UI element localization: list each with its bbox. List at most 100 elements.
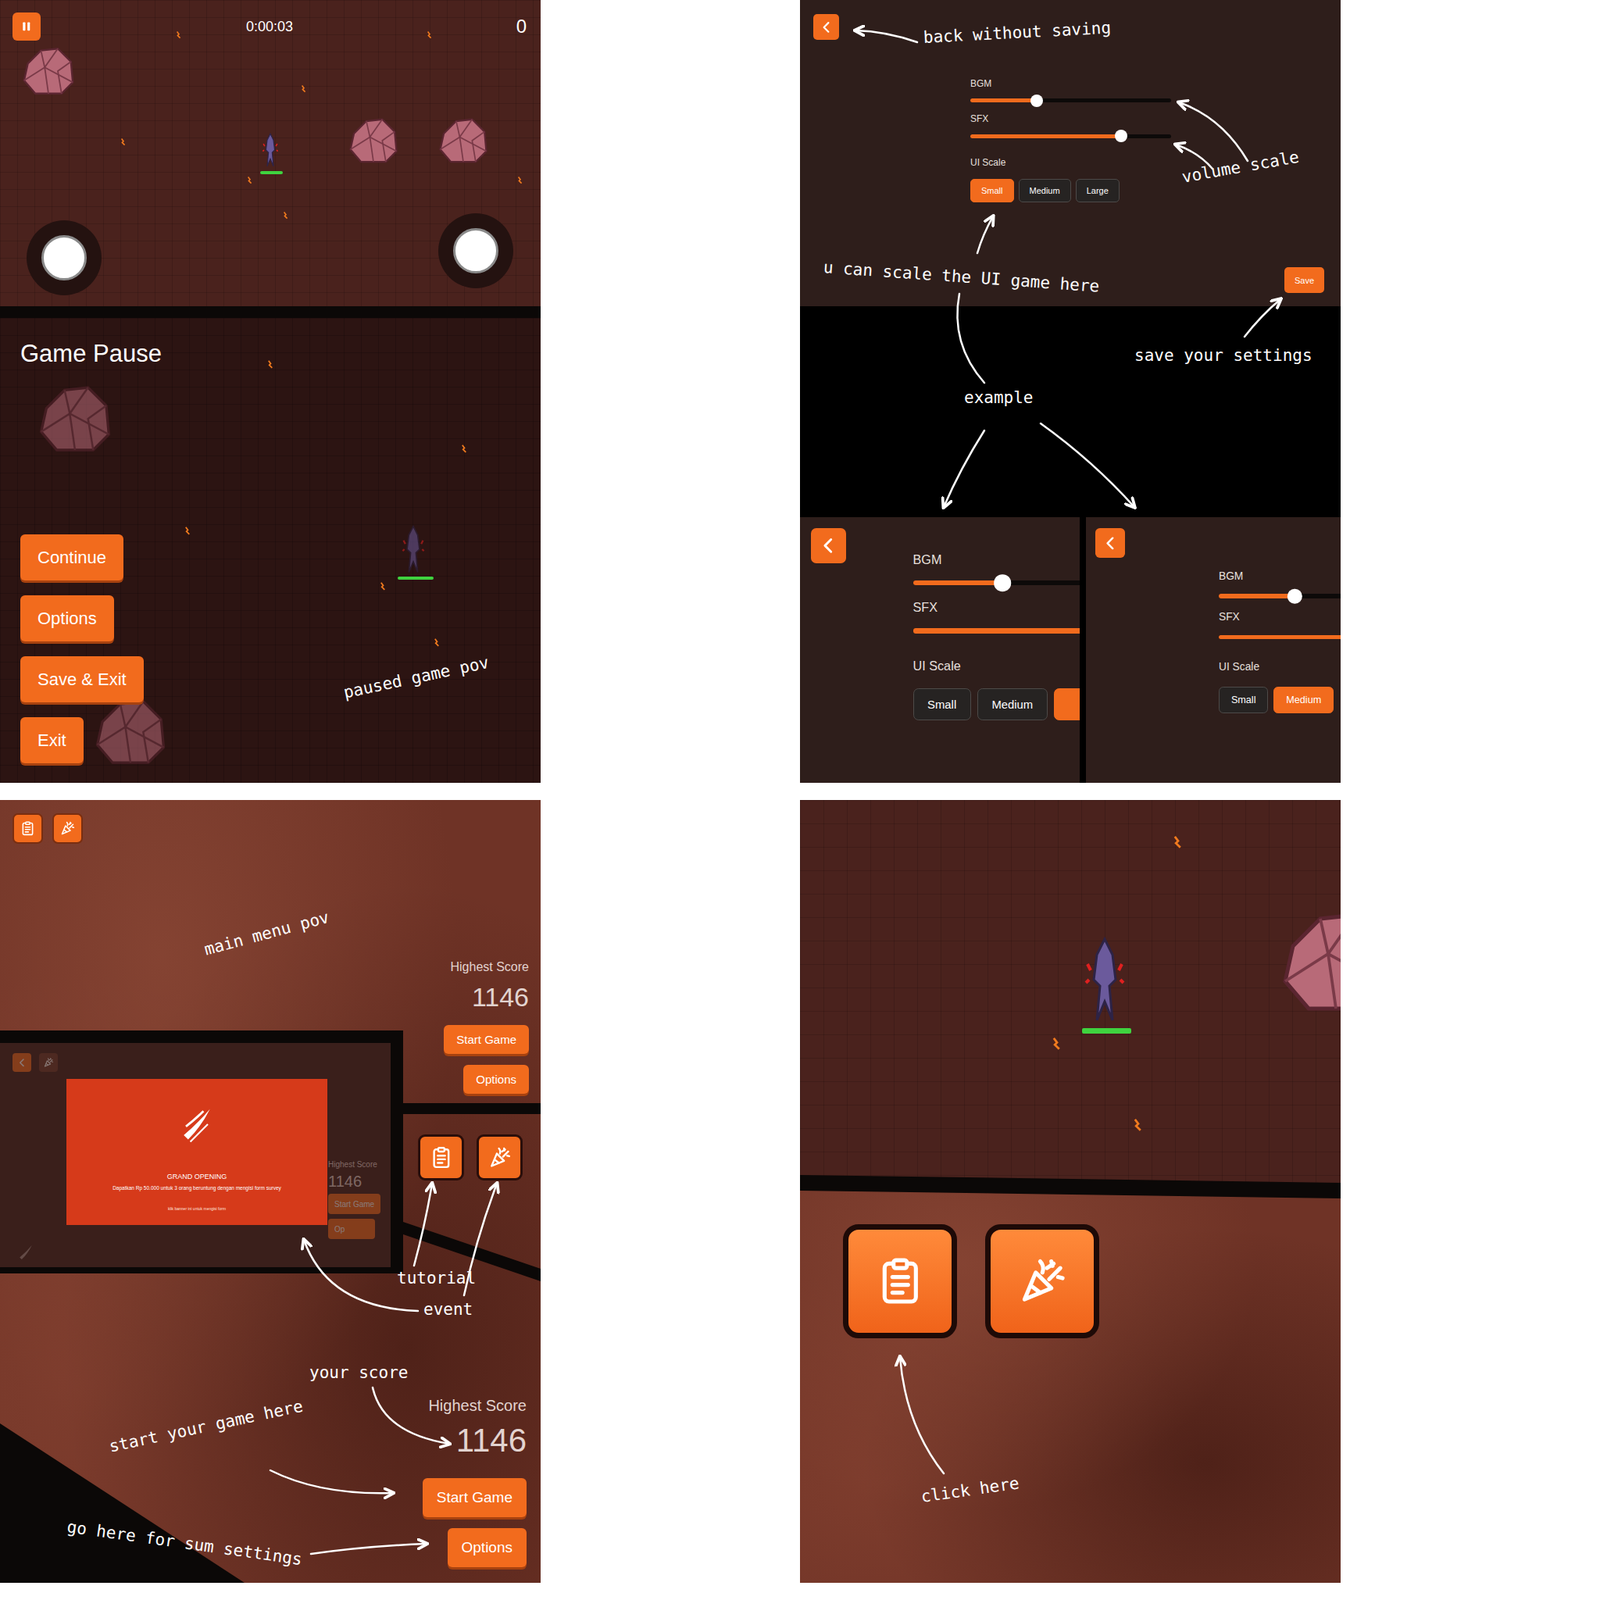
party-popper-icon [42,1057,54,1068]
slider-label: BGM [913,552,1080,568]
ember-spark [460,443,468,454]
slider-label: BGM [1218,570,1341,584]
slider-track[interactable] [970,134,1172,139]
event-button[interactable] [985,1224,1100,1339]
main-menu-panel: Highest Score 1146 Start GameOptions Hig… [0,800,541,1583]
ember-spark [1051,1035,1063,1052]
clipboard-icon [873,1254,928,1309]
tutorial-button[interactable] [842,1224,958,1339]
chevron-left-icon [1101,534,1120,553]
annotation: save your settings [1134,346,1313,365]
slider-fill [970,98,1037,103]
annotation-arrow [414,1183,433,1266]
main-menu-button[interactable]: Op [328,1218,375,1240]
event-button[interactable] [52,813,83,844]
ui-scale-option[interactable]: Large [1075,178,1120,203]
main-menu-button[interactable]: Start Game [422,1478,527,1518]
ui-scale-option[interactable] [1053,688,1080,721]
party-popper-icon [1015,1254,1070,1309]
ui-scale-options: SmallMedium [913,688,1080,721]
rock-obstacle [20,42,77,100]
ember-spark [1132,1117,1144,1133]
chevron-left-icon [818,19,835,36]
tutorial-button[interactable] [417,1134,465,1181]
player-character [1081,932,1129,1027]
back-button[interactable] [12,1053,32,1072]
settings-screen: BGM SFX UI Scale SmallMediumLarge Save [800,0,1341,307]
joystick-knob[interactable] [41,235,87,281]
aim-joystick[interactable] [438,213,514,289]
ui-scale-option[interactable]: Small [1218,686,1268,715]
slider-track[interactable] [970,98,1172,103]
click-icons-panel: click here [800,800,1341,1583]
clipboard-icon [428,1145,454,1171]
main-menu-buttons: Start Game Options [443,1025,529,1094]
annotation: start your game here [107,1396,305,1457]
ui-scale-option[interactable]: Small [970,178,1015,203]
back-button[interactable] [1095,528,1125,558]
pause-menu-button[interactable]: Continue [20,534,124,581]
party-popper-icon [59,820,76,837]
rock-obstacle [346,114,400,168]
slider-knob[interactable] [1030,94,1043,108]
pause-menu-button[interactable]: Exit [20,717,84,764]
ui-scale-option[interactable]: Small [913,688,972,721]
ui-scale-options: SmallMediumLarge [970,178,1120,203]
joystick-knob[interactable] [453,228,499,274]
back-button[interactable] [813,14,840,40]
rock-obstacle [436,114,490,168]
pause-menu-button[interactable]: Options [20,595,115,642]
pause-button[interactable] [12,12,41,41]
main-menu-button[interactable]: Options [463,1064,529,1094]
ui-scale-option[interactable]: Medium [977,688,1048,721]
slider-fill [1218,635,1341,640]
event-button[interactable] [39,1053,58,1072]
faded-icon-buttons [12,1053,58,1072]
highest-score-value: 1146 [328,1173,362,1190]
pause-title: Game Pause [20,339,521,368]
slider-label: SFX [1218,610,1341,625]
slider-knob[interactable] [1114,129,1128,143]
event-button[interactable] [476,1134,523,1181]
event-banner[interactable]: GRAND OPENING Dapatkan Rp 50.000 untuk 3… [66,1078,328,1225]
main-menu-button[interactable]: Start Game [443,1025,529,1054]
slider-fill [1218,593,1296,599]
back-button[interactable] [810,528,847,564]
settings-content: BGM SFX UI Scale SmallMedium [913,552,1080,721]
slider-track[interactable] [913,580,1080,586]
ui-scale-examples: BGM SFX UI Scale SmallMedium BGM SFX UI … [800,517,1341,783]
game-view [800,800,1341,1184]
main-menu-button[interactable]: Start Game [328,1193,381,1215]
event-text: Dapatkan Rp 50.000 untuk 3 orang beruntu… [112,1185,282,1191]
chevron-left-icon [16,1057,28,1068]
slider-knob[interactable] [993,574,1011,592]
ember-spark [175,30,183,40]
annotation-arrow [855,30,918,43]
panel-divider [0,306,541,318]
ember-spark [517,175,524,185]
main-menu-button[interactable]: Options [447,1528,527,1568]
slider-track[interactable] [1218,635,1341,640]
save-button[interactable]: Save [1284,267,1325,293]
slider-track[interactable] [913,628,1080,634]
annotation-arrow [310,1543,427,1554]
ui-scale-option[interactable]: Medium [1273,686,1334,715]
ui-scale-option[interactable]: Medium [1018,178,1072,203]
move-joystick[interactable] [26,220,102,296]
pause-menu-button[interactable]: Save & Exit [20,656,144,703]
ui-scale-label: UI Scale [970,157,1006,168]
volume-slider: SFX [1218,610,1341,640]
annotation-arrow [957,293,985,383]
ember-spark [1172,834,1184,850]
menu-icons-zoom [800,1183,1341,1583]
ui-scale-example: BGM SFX UI Scale SmallMedium [800,517,1080,783]
hud-bar: 0:00:03 0 [0,0,541,41]
ember-spark [184,525,192,536]
chevron-left-icon [817,535,840,557]
slider-label: BGM [970,78,1172,90]
tutorial-button[interactable] [12,813,43,844]
player-character [400,522,427,576]
slider-track[interactable] [1218,593,1341,599]
event-title: GRAND OPENING [167,1172,228,1181]
slider-knob[interactable] [1287,589,1302,604]
